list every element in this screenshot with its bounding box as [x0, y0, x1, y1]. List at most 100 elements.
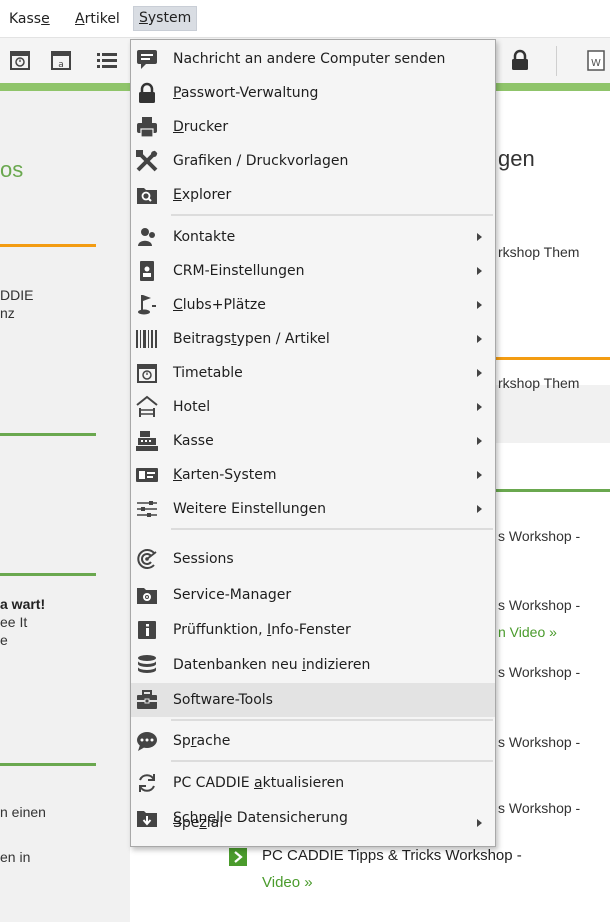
svg-text:a: a [58, 60, 64, 70]
menu-item-karten-system[interactable]: Karten-System [131, 458, 495, 492]
menu-item-drucker[interactable]: Drucker [131, 110, 495, 144]
service-folder-icon [137, 588, 157, 604]
background-left-panel [0, 91, 130, 922]
submenu-arrow-icon [477, 369, 482, 377]
bg-left-text-4: ee It [0, 614, 28, 630]
menu-item-passwort[interactable]: Passwort-Verwaltung [131, 76, 495, 110]
svg-text:W: W [591, 58, 601, 69]
submenu-arrow-icon [477, 471, 482, 479]
menu-system-accel: S [139, 10, 148, 26]
menu-item-label: Software-Tools [173, 692, 273, 708]
bg-right-orange-line [496, 357, 610, 360]
cash-register-icon [136, 431, 158, 451]
timetable-icon [137, 364, 157, 383]
background-right-grey-strip [480, 385, 610, 443]
bg-right-text-5: s Workshop - [498, 664, 581, 680]
menu-item-aktualisieren[interactable]: PC CADDIE aktualisieren [131, 766, 495, 800]
menu-kasse[interactable]: Kasse [9, 9, 50, 29]
bottom-video-link[interactable]: Video » [262, 874, 313, 891]
menu-item-label: Beitrags [173, 331, 232, 347]
bg-left-heading: os [0, 157, 24, 182]
list-icon[interactable] [95, 48, 119, 72]
golf-flag-icon [138, 295, 156, 315]
barcode-icon [136, 330, 157, 348]
bg-left-text-5: e [0, 632, 8, 648]
menu-item-spezial[interactable]: Spezial [131, 806, 495, 840]
crossed-tools-icon [136, 150, 158, 172]
menu-item-clubs[interactable]: Clubs+Plätze [131, 288, 495, 322]
card-system-icon [136, 468, 158, 482]
menu-item-label: PC CADDIE [173, 775, 255, 791]
menu-separator [171, 214, 493, 216]
menu-item-label: Sp [173, 733, 191, 749]
menu-item-label-rest: nfo-Fenster [271, 622, 351, 638]
calendar-icon[interactable]: a [49, 48, 73, 72]
menu-item-sprache[interactable]: Sprache [131, 724, 495, 758]
menu-item-software-tools[interactable]: Software-Tools [131, 683, 495, 717]
menu-artikel[interactable]: Artikel [75, 9, 120, 29]
menu-item-service-manager[interactable]: Service-Manager [131, 578, 495, 612]
application-window: Kasse Artikel System a W os DDIE nz a wa… [0, 0, 610, 922]
bg-right-text-6: s Workshop - [498, 734, 581, 750]
speech-bubble-icon [137, 732, 157, 751]
menu-item-datenbanken[interactable]: Datenbanken neu indizieren [131, 648, 495, 682]
menu-item-label: asswort-Verwaltung [180, 85, 319, 101]
sessions-icon [137, 549, 157, 569]
bg-right-video-link[interactable]: n Video » [498, 624, 557, 640]
bg-left-text-3: a wart! [0, 596, 46, 612]
bg-right-green-line [496, 489, 610, 492]
toolbar-divider [556, 46, 557, 76]
menu-item-accel: D [173, 119, 184, 135]
bottom-workshop-link[interactable]: PC CADDIE Tipps & Tricks Workshop - [262, 847, 522, 864]
menu-separator [171, 528, 493, 530]
lock-icon[interactable] [508, 48, 532, 72]
menu-separator [171, 760, 493, 762]
menu-item-label-rest: ial [206, 815, 224, 831]
menu-item-accel: K [173, 467, 182, 483]
menu-item-timetable[interactable]: Timetable [131, 356, 495, 390]
menu-item-label-rest: ache [196, 733, 231, 749]
menu-item-label: Sessions [173, 551, 234, 567]
bg-right-heading: gen [498, 146, 535, 171]
menu-item-hotel[interactable]: Hotel [131, 390, 495, 424]
menu-item-accel: P [173, 85, 181, 101]
menu-item-label: Timetable [173, 365, 243, 381]
bg-left-orange-line [0, 244, 96, 247]
menu-item-nachricht[interactable]: Nachricht an andere Computer senden [131, 42, 495, 76]
bg-left-text-7: en in [0, 849, 31, 865]
toolbox-icon [137, 690, 157, 709]
submenu-arrow-icon [477, 403, 482, 411]
menu-item-label: Kasse [173, 433, 214, 449]
menubar: Kasse Artikel System [0, 0, 610, 36]
bg-left-green-line-2 [0, 573, 96, 576]
menu-item-prueffunktion[interactable]: Prüffunktion, Info-Fenster [131, 613, 495, 647]
hotel-icon [136, 395, 158, 417]
menu-item-label: Hotel [173, 399, 211, 415]
menu-item-weitere-einstellungen[interactable]: Weitere Einstellungen [131, 492, 495, 526]
menu-item-kontakte[interactable]: Kontakte [131, 220, 495, 254]
menu-item-sessions[interactable]: Sessions [131, 542, 495, 576]
menu-item-beitragstypen[interactable]: Beitragstypen / Artikel [131, 322, 495, 356]
menu-item-kasse[interactable]: Kasse [131, 424, 495, 458]
menu-item-explorer[interactable]: Explorer [131, 178, 495, 212]
menu-separator [171, 719, 493, 721]
bg-left-text-2: nz [0, 305, 15, 321]
bg-right-text-2: rkshop Them [498, 375, 580, 391]
word-document-icon[interactable]: W [584, 48, 608, 72]
submenu-arrow-icon [477, 335, 482, 343]
folder-search-icon [137, 188, 157, 204]
menu-item-label: xplorer [181, 187, 232, 203]
menu-kasse-accel: e [41, 11, 50, 27]
menu-item-label-rest: ypen / Artikel [236, 331, 330, 347]
menu-item-grafiken[interactable]: Grafiken / Druckvorlagen [131, 144, 495, 178]
menu-item-crm[interactable]: CRM-Einstellungen [131, 254, 495, 288]
lock-icon [139, 82, 155, 103]
chat-icon [137, 50, 157, 69]
background-right-panel [480, 91, 610, 922]
bg-right-text-1: rkshop Them [498, 244, 580, 260]
menu-system[interactable]: System [133, 6, 198, 31]
bg-left-green-line-3 [0, 763, 96, 766]
bg-left-text-1: DDIE [0, 287, 34, 303]
timetable-icon[interactable] [8, 48, 32, 72]
menu-item-label: arten-System [181, 467, 277, 483]
